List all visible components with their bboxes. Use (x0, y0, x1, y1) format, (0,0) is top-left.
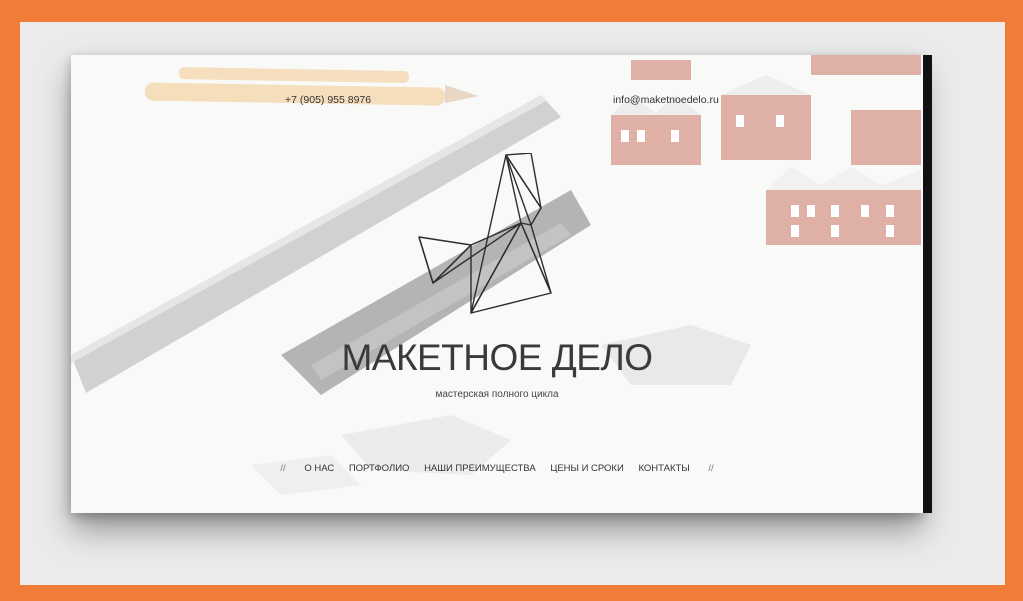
nav-item-about[interactable]: О НАС (304, 463, 334, 474)
nav-item-portfolio[interactable]: ПОРТФОЛИО (349, 463, 410, 474)
brand-tagline: мастерская полного цикла (435, 389, 559, 400)
header-email[interactable]: info@maketnoedelo.ru (613, 94, 719, 106)
screen-edge-shadow (923, 55, 932, 513)
website-screenshot: +7 (905) 955 8976 info@maketnoedelo.ru М… (71, 55, 923, 513)
nav-item-prices[interactable]: ЦЕНЫ И СРОКИ (550, 463, 623, 474)
nav-item-contacts[interactable]: КОНТАКТЫ (638, 463, 689, 474)
header-phone[interactable]: +7 (905) 955 8976 (285, 94, 371, 106)
origami-crane-logo (418, 153, 552, 314)
brand-title: МАКЕТНОЕ ДЕЛО (341, 337, 653, 378)
nav-item-advantages[interactable]: НАШИ ПРЕИМУЩЕСТВА (424, 463, 536, 474)
nav-separator-left: // (280, 463, 286, 474)
main-navigation: // О НАС ПОРТФОЛИО НАШИ ПРЕИМУЩЕСТВА ЦЕН… (71, 463, 923, 474)
nav-separator-right: // (708, 463, 714, 474)
